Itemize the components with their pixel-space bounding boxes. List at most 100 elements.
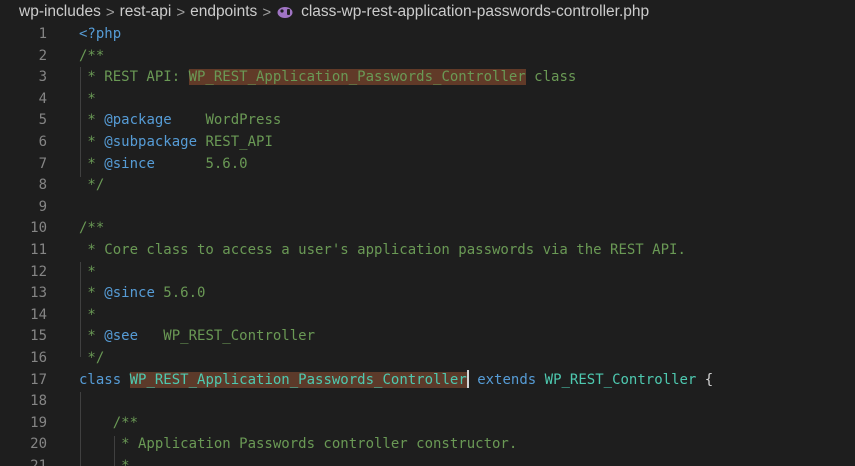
line-number: 4: [38, 90, 47, 107]
breadcrumb-item-rest-api[interactable]: rest-api: [120, 3, 172, 21]
code-token: WordPress: [171, 112, 282, 129]
code-text[interactable]: * @see WP_REST_Controller: [79, 326, 315, 348]
line-number: 3: [38, 69, 47, 86]
line-number: 9: [38, 198, 47, 215]
code-line[interactable]: 11 * Core class to access a user's appli…: [0, 240, 855, 262]
code-token: * Core class to access a user's applicat…: [79, 241, 686, 258]
code-token: * REST API:: [79, 69, 189, 86]
line-number: 20: [30, 436, 47, 453]
code-line[interactable]: 10 /**: [0, 218, 855, 240]
code-token: class: [79, 371, 122, 388]
code-line[interactable]: 13 * @since 5.6.0: [0, 283, 855, 305]
code-text[interactable]: <?php: [79, 24, 121, 46]
code-token: *: [79, 457, 130, 466]
code-line[interactable]: 9: [0, 197, 855, 219]
code-editor[interactable]: wp-includes > rest-api > endpoints > cla…: [0, 0, 855, 466]
breadcrumb-separator: >: [105, 3, 115, 21]
code-token: *: [79, 328, 105, 345]
code-line[interactable]: 20 * Application Passwords controller co…: [0, 434, 855, 456]
code-token: */: [79, 349, 105, 366]
code-text[interactable]: */: [79, 175, 104, 197]
code-text[interactable]: *: [79, 89, 96, 111]
code-token: *: [79, 306, 96, 323]
line-number: 8: [38, 177, 47, 194]
code-text[interactable]: * @package WordPress: [79, 110, 281, 132]
code-token: *: [79, 133, 105, 150]
breadcrumb: wp-includes > rest-api > endpoints > cla…: [0, 0, 855, 24]
line-number: 10: [30, 220, 47, 237]
line-number: 12: [30, 263, 47, 280]
code-token: @package: [104, 112, 172, 129]
code-text[interactable]: * REST API: WP_REST_Application_Password…: [79, 67, 576, 89]
line-number: 18: [30, 393, 47, 410]
code-token: {: [696, 371, 714, 388]
code-token: *: [79, 90, 96, 107]
code-token: WP_REST_Controller: [138, 328, 316, 345]
breadcrumb-separator: >: [262, 3, 272, 21]
code-token: *: [79, 112, 105, 129]
code-token: @see: [104, 328, 139, 345]
code-text[interactable]: * @since 5.6.0: [79, 154, 248, 176]
code-text[interactable]: /**: [79, 218, 104, 240]
breadcrumb-item-endpoints[interactable]: endpoints: [190, 3, 257, 21]
code-text[interactable]: *: [79, 305, 96, 327]
line-number: 21: [30, 457, 47, 466]
code-line[interactable]: 19 /**: [0, 413, 855, 435]
breadcrumb-item-wp-includes[interactable]: wp-includes: [19, 3, 101, 21]
code-token: extends: [477, 371, 537, 388]
code-token: /**: [79, 414, 139, 431]
code-text[interactable]: * Core class to access a user's applicat…: [79, 240, 686, 262]
code-line[interactable]: 3 * REST API: WP_REST_Application_Passwo…: [0, 67, 855, 89]
line-number: 16: [30, 349, 47, 366]
code-line[interactable]: 6 * @subpackage REST_API: [0, 132, 855, 154]
code-line[interactable]: 8 */: [0, 175, 855, 197]
code-token: class: [525, 69, 577, 86]
php-file-icon: [276, 5, 294, 19]
code-token: <?php: [79, 26, 122, 42]
code-token: REST_API: [197, 133, 273, 150]
line-number: 5: [38, 112, 47, 129]
code-text[interactable]: class WP_REST_Application_Passwords_Cont…: [79, 369, 714, 392]
code-line[interactable]: 17 class WP_REST_Application_Passwords_Co…: [0, 369, 855, 392]
code-line[interactable]: 7 * @since 5.6.0: [0, 154, 855, 176]
code-token: @since: [104, 155, 155, 172]
code-line[interactable]: 2 /**: [0, 46, 855, 68]
code-token: */: [79, 177, 105, 194]
code-line[interactable]: 21 *: [0, 456, 855, 466]
code-token: WP_REST_Application_Passwords_Controller: [188, 69, 526, 86]
code-token: WP_REST_Controller: [544, 371, 697, 388]
code-text[interactable]: * @subpackage REST_API: [79, 132, 273, 154]
code-line[interactable]: 16 */: [0, 348, 855, 370]
code-line[interactable]: 1 <?php: [0, 24, 855, 46]
line-number: 17: [30, 371, 47, 388]
code-lines[interactable]: 1 <?php 2 /** 3 * REST API: WP_REST_Applicat…: [0, 24, 855, 466]
code-text[interactable]: /**: [79, 413, 138, 435]
code-text[interactable]: *: [79, 456, 130, 466]
code-line[interactable]: 4 *: [0, 89, 855, 111]
code-token: *: [79, 263, 96, 280]
code-text[interactable]: * @since 5.6.0: [79, 283, 205, 305]
line-number: 1: [38, 26, 47, 42]
code-token: *: [79, 285, 105, 302]
code-line[interactable]: 15 * @see WP_REST_Controller: [0, 326, 855, 348]
line-number: 19: [30, 414, 47, 431]
code-token: @subpackage: [104, 133, 198, 150]
code-token: * Application Passwords controller const…: [79, 436, 518, 453]
code-text[interactable]: /**: [79, 46, 104, 68]
code-line[interactable]: 14 *: [0, 305, 855, 327]
code-line[interactable]: 12 *: [0, 262, 855, 284]
line-number: 6: [38, 133, 47, 150]
code-token: 5.6.0: [154, 285, 206, 302]
code-line[interactable]: 5 * @package WordPress: [0, 110, 855, 132]
line-number: 7: [38, 155, 47, 172]
code-token: 5.6.0: [154, 155, 248, 172]
code-text[interactable]: */: [79, 348, 104, 370]
code-token: /**: [79, 47, 105, 64]
breadcrumb-item-file[interactable]: class-wp-rest-application-passwords-cont…: [301, 3, 649, 21]
code-text[interactable]: *: [79, 262, 96, 284]
code-line[interactable]: 18: [0, 391, 855, 413]
code-text[interactable]: * Application Passwords controller const…: [79, 434, 517, 456]
breadcrumb-separator: >: [176, 3, 186, 21]
